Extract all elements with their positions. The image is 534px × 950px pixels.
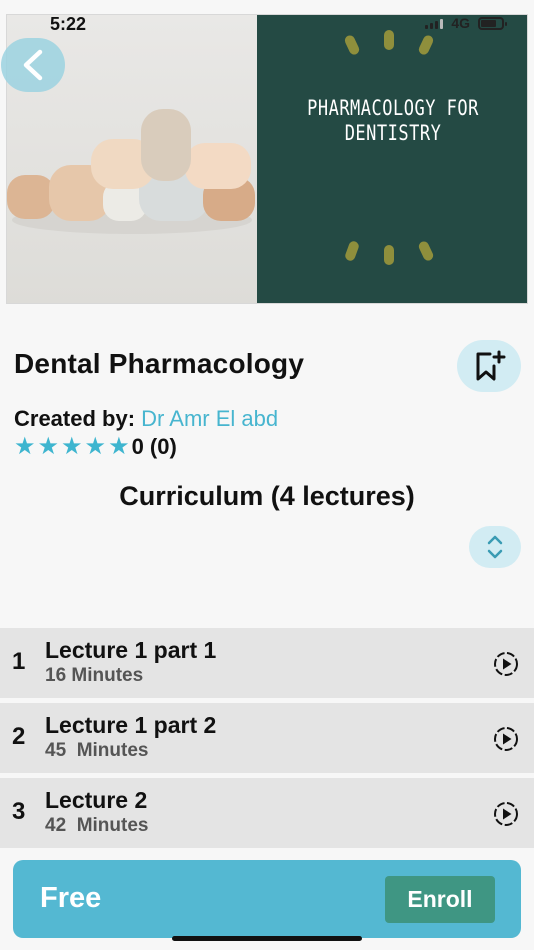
created-by-row: Created by: Dr Amr El abd — [14, 406, 278, 432]
decor-dash — [343, 239, 361, 263]
chevron-left-icon — [23, 49, 43, 81]
status-indicators: 4G — [425, 15, 507, 31]
cover-title-text: PHARMACOLOGY FOR DENTISTRY — [307, 96, 479, 146]
star-icon: ★ — [61, 433, 83, 460]
lecture-duration: 16 Minutes — [45, 665, 144, 686]
rating-row: ★ ★ ★ ★ ★ 0 (0) — [14, 434, 177, 460]
expand-curriculum-button[interactable] — [469, 526, 521, 568]
author-link[interactable]: Dr Amr El abd — [141, 406, 278, 431]
signal-icon — [425, 18, 444, 29]
lecture-number: 2 — [12, 723, 26, 750]
course-title: Dental Pharmacology — [14, 348, 305, 379]
status-time: 5:22 — [50, 14, 87, 34]
star-icon: ★ — [37, 433, 60, 460]
bookmark-add-icon — [476, 350, 506, 381]
lecture-number: 3 — [12, 798, 26, 825]
created-by-label: Created by: — [14, 406, 136, 431]
star-icon: ★ — [84, 433, 107, 460]
lecture-duration: 42 Minutes — [45, 815, 149, 836]
price-label: Free — [40, 882, 102, 914]
bookmark-button[interactable] — [457, 340, 521, 392]
lecture-number: 1 — [12, 648, 26, 675]
enroll-bar: Free Enroll — [13, 860, 521, 938]
star-icon: ★ — [108, 433, 130, 460]
rating-count: 0 (0) — [131, 434, 177, 459]
cover-title-panel: PHARMACOLOGY FOR DENTISTRY — [257, 15, 527, 303]
lecture-title: Lecture 1 part 1 — [45, 637, 217, 663]
enroll-button[interactable]: Enroll — [385, 876, 495, 923]
chevron-up-down-icon — [487, 535, 503, 559]
play-circle-icon[interactable] — [492, 650, 520, 678]
rating-stars: ★ ★ ★ ★ ★ — [14, 434, 130, 460]
battery-icon — [478, 16, 507, 30]
course-cover-image: PHARMACOLOGY FOR DENTISTRY — [6, 14, 528, 304]
lecture-row[interactable]: 3 Lecture 2 42 Minutes — [0, 778, 534, 848]
network-type: 4G — [451, 15, 470, 31]
lecture-title: Lecture 1 part 2 — [45, 712, 217, 738]
home-indicator[interactable] — [172, 936, 362, 941]
curriculum-title: Curriculum (4 lectures) — [119, 481, 415, 511]
play-circle-icon[interactable] — [492, 800, 520, 828]
lecture-row[interactable]: 1 Lecture 1 part 1 16 Minutes — [0, 628, 534, 698]
decor-dash — [417, 239, 435, 263]
lecture-title: Lecture 2 — [45, 787, 148, 813]
back-button[interactable] — [1, 38, 65, 92]
star-icon: ★ — [14, 433, 36, 460]
play-circle-icon[interactable] — [492, 725, 520, 753]
lecture-duration: 45 Minutes — [45, 740, 149, 761]
status-bar: 5:22 4G — [0, 0, 534, 44]
lecture-list: 1 Lecture 1 part 1 16 Minutes 2 Lecture … — [0, 628, 534, 853]
lecture-row[interactable]: 2 Lecture 1 part 2 45 Minutes — [0, 703, 534, 773]
decor-dash — [384, 245, 394, 265]
